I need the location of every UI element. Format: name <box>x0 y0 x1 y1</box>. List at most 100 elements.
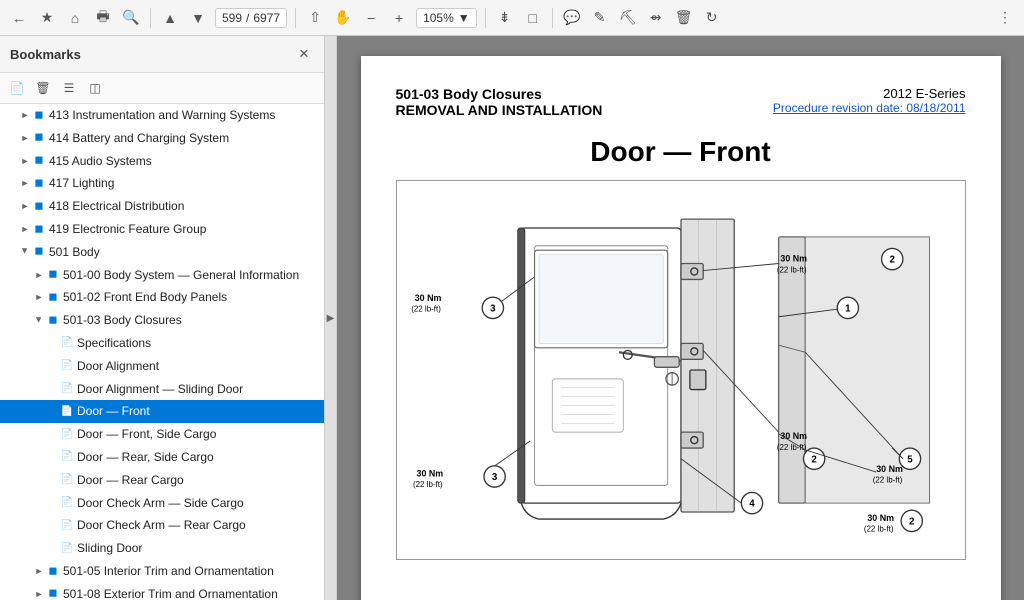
bookmark-icon[interactable]: ★ <box>36 7 58 29</box>
door-diagram: 30 Nm (22 lb-ft) 3 30 Nm (22 lb-ft) 2 1 <box>397 181 965 559</box>
sidebar-item-spec[interactable]: ► 📄 Specifications <box>0 332 324 355</box>
sidebar-item-418[interactable]: ► ◼ 418 Electrical Distribution <box>0 195 324 218</box>
sidebar-label-418: 418 Electrical Distribution <box>49 198 320 215</box>
next-page-icon[interactable]: ▼ <box>187 7 209 29</box>
page-icon-door-rear-side: 📄 <box>60 449 74 465</box>
sidebar-close-button[interactable]: ✕ <box>294 44 314 64</box>
svg-text:2: 2 <box>889 255 895 266</box>
sidebar-item-door-front-side[interactable]: ► 📄 Door — Front, Side Cargo <box>0 423 324 446</box>
sidebar-item-501[interactable]: ► ◼ 501 Body <box>0 241 324 264</box>
expand-arrow-418[interactable]: ► <box>18 199 32 215</box>
bookmark-icon-413: ◼ <box>32 107 46 123</box>
sidebar-item-417[interactable]: ► ◼ 417 Lighting <box>0 172 324 195</box>
more-icon[interactable]: ⋮ <box>994 7 1016 29</box>
cursor-tool[interactable]: ⇧ <box>304 7 326 29</box>
sidebar-item-415[interactable]: ► ◼ 415 Audio Systems <box>0 150 324 173</box>
zoom-level[interactable]: 105% ▼ <box>416 8 477 28</box>
svg-text:30 Nm: 30 Nm <box>414 293 441 303</box>
sidebar-item-419[interactable]: ► ◼ 419 Electronic Feature Group <box>0 218 324 241</box>
prev-page-icon[interactable]: ▲ <box>159 7 181 29</box>
expand-arrow-414[interactable]: ► <box>18 130 32 146</box>
sidebar-label-501-00: 501-00 Body System — General Information <box>63 267 320 284</box>
new-bookmark-icon[interactable]: 📄 <box>6 77 28 99</box>
revision-link[interactable]: Procedure revision date: 08/18/2011 <box>773 101 966 115</box>
bookmark-list-icon[interactable]: ☰ <box>58 77 80 99</box>
delete-icon[interactable]: 🗑 <box>673 7 695 29</box>
sidebar-label-501-08: 501-08 Exterior Trim and Ornamentation <box>63 586 320 600</box>
sidebar-label-501-02: 501-02 Front End Body Panels <box>63 289 320 306</box>
fit-width-icon[interactable]: ⇟ <box>494 7 516 29</box>
sidebar-item-door-rear-cargo[interactable]: ► 📄 Door — Rear Cargo <box>0 469 324 492</box>
sidebar-item-door-rear-side[interactable]: ► 📄 Door — Rear, Side Cargo <box>0 446 324 469</box>
sidebar: Bookmarks ✕ 📄 🗑 ☰ ◫ ► ◼ 413 Instrumentat… <box>0 36 325 600</box>
sidebar-item-door-align[interactable]: ► 📄 Door Alignment <box>0 355 324 378</box>
page-indicator[interactable]: 599 / 6977 <box>215 8 287 28</box>
svg-text:30 Nm: 30 Nm <box>416 469 443 479</box>
page-icon-check-arm-rear: 📄 <box>60 518 74 534</box>
sidebar-item-check-arm-side[interactable]: ► 📄 Door Check Arm — Side Cargo <box>0 492 324 515</box>
sidebar-item-413[interactable]: ► ◼ 413 Instrumentation and Warning Syst… <box>0 104 324 127</box>
zoom-out-icon[interactable]: − <box>360 7 382 29</box>
procedure-title: REMOVAL AND INSTALLATION <box>396 102 603 118</box>
expand-arrow-501-02[interactable]: ► <box>32 290 46 306</box>
zoom-out-area-icon[interactable]: 🔍 <box>120 7 142 29</box>
fit-page-icon[interactable]: □ <box>522 7 544 29</box>
sidebar-item-check-arm-rear[interactable]: ► 📄 Door Check Arm — Rear Cargo <box>0 514 324 537</box>
sep2 <box>295 8 296 28</box>
header-right: 2012 E-Series Procedure revision date: 0… <box>773 86 966 115</box>
sidebar-collapse-handle[interactable]: ▶ <box>325 36 337 600</box>
hand-tool[interactable]: ✋ <box>332 7 354 29</box>
bookmark-icon-418: ◼ <box>32 199 46 215</box>
svg-text:(22 lb-ft): (22 lb-ft) <box>872 476 902 485</box>
zoom-in-icon[interactable]: + <box>388 7 410 29</box>
current-page: 599 <box>222 11 242 25</box>
sidebar-item-501-08[interactable]: ► ◼ 501-08 Exterior Trim and Ornamentati… <box>0 583 324 600</box>
expand-arrow-501-05[interactable]: ► <box>32 563 46 579</box>
sidebar-item-501-02[interactable]: ► ◼ 501-02 Front End Body Panels <box>0 286 324 309</box>
zoom-dropdown-arrow[interactable]: ▼ <box>458 11 470 25</box>
sidebar-label-419: 419 Electronic Feature Group <box>49 221 320 238</box>
sidebar-label-414: 414 Battery and Charging System <box>49 130 320 147</box>
sidebar-item-sliding-door[interactable]: ► 📄 Sliding Door <box>0 537 324 560</box>
expand-arrow-501-00[interactable]: ► <box>32 267 46 283</box>
svg-text:(22 lb-ft): (22 lb-ft) <box>412 480 442 489</box>
svg-text:30 Nm: 30 Nm <box>780 254 807 264</box>
home-icon[interactable]: ⌂ <box>64 7 86 29</box>
print-icon[interactable]: 🖶 <box>92 7 114 29</box>
sidebar-label-spec: Specifications <box>77 335 320 352</box>
sidebar-item-501-05[interactable]: ► ◼ 501-05 Interior Trim and Ornamentati… <box>0 560 324 583</box>
sep1 <box>150 8 151 28</box>
sidebar-tree[interactable]: ► ◼ 413 Instrumentation and Warning Syst… <box>0 104 324 600</box>
zoom-value: 105% <box>423 11 454 25</box>
pencil-icon[interactable]: ✎ <box>589 7 611 29</box>
sidebar-item-414[interactable]: ► ◼ 414 Battery and Charging System <box>0 127 324 150</box>
sidebar-label-door-align: Door Alignment <box>77 358 320 375</box>
undo-icon[interactable]: ↻ <box>701 7 723 29</box>
bookmark-icon-501-05: ◼ <box>46 563 60 579</box>
expand-all-icon[interactable]: ◫ <box>84 77 106 99</box>
svg-text:(22 lb-ft): (22 lb-ft) <box>863 525 893 534</box>
sidebar-title: Bookmarks <box>10 47 81 62</box>
comment-icon[interactable]: 💬 <box>561 7 583 29</box>
highlight-icon[interactable]: ⛏ <box>617 7 639 29</box>
expand-arrow-501-08[interactable]: ► <box>32 586 46 600</box>
sidebar-item-501-00[interactable]: ► ◼ 501-00 Body System — General Informa… <box>0 264 324 287</box>
expand-arrow-415[interactable]: ► <box>18 153 32 169</box>
expand-arrow-417[interactable]: ► <box>18 176 32 192</box>
sidebar-item-door-front[interactable]: ► 📄 Door — Front <box>0 400 324 423</box>
sidebar-item-501-03[interactable]: ► ◼ 501-03 Body Closures <box>0 309 324 332</box>
series-label: 2012 E-Series <box>773 86 966 101</box>
back-button[interactable]: ← <box>8 7 30 29</box>
expand-arrow-419[interactable]: ► <box>18 221 32 237</box>
delete-bookmark-icon[interactable]: 🗑 <box>32 77 54 99</box>
page-icon-door-front-side: 📄 <box>60 427 74 443</box>
expand-arrow-501[interactable]: ► <box>17 244 33 258</box>
bookmark-icon-415: ◼ <box>32 153 46 169</box>
sidebar-label-501: 501 Body <box>49 244 320 261</box>
expand-arrow-501-03[interactable]: ► <box>31 313 47 327</box>
content-area[interactable]: 501-03 Body Closures REMOVAL AND INSTALL… <box>337 36 1024 600</box>
expand-arrow-413[interactable]: ► <box>18 107 32 123</box>
sidebar-label-door-front: Door — Front <box>77 403 320 420</box>
stamp-icon[interactable]: ⇴ <box>645 7 667 29</box>
sidebar-item-door-align-sliding[interactable]: ► 📄 Door Alignment — Sliding Door <box>0 378 324 401</box>
